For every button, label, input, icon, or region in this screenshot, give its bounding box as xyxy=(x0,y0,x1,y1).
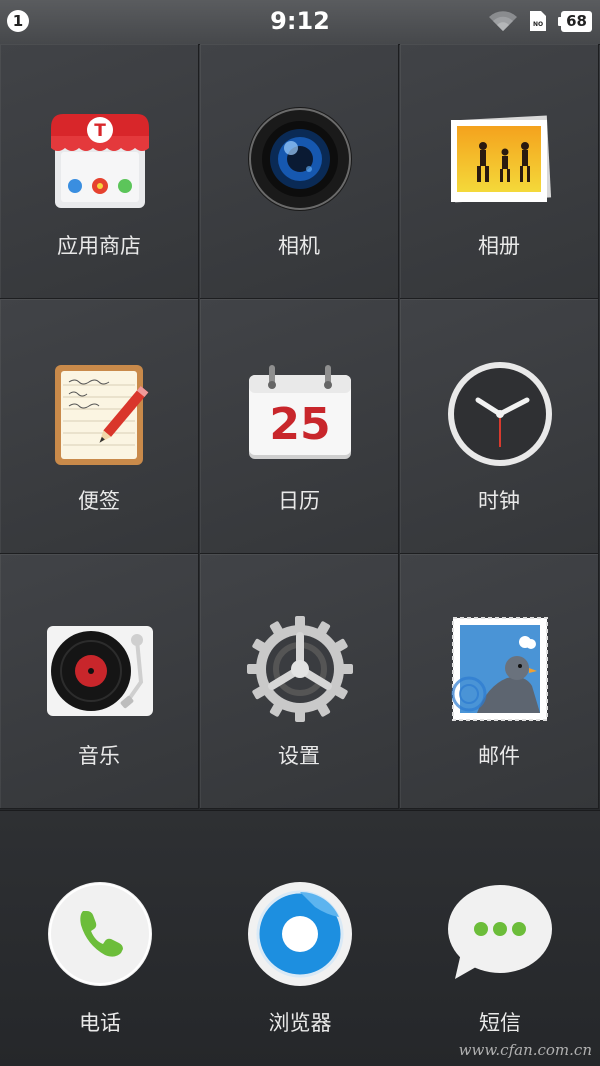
app-tile-camera[interactable]: 相机 xyxy=(200,44,399,299)
app-tile-music[interactable]: 音乐 xyxy=(0,554,199,809)
app-label: 设置 xyxy=(278,744,320,768)
store-badge-letter: T xyxy=(94,121,106,141)
app-tile-calendar[interactable]: 25 日历 xyxy=(200,299,399,554)
battery-icon: 68 xyxy=(558,11,592,32)
app-label: 时钟 xyxy=(478,489,520,513)
app-label: 应用商店 xyxy=(57,234,141,258)
app-tile-clock[interactable]: 时钟 xyxy=(400,299,599,554)
app-tile-notes[interactable]: 便签 xyxy=(0,299,199,554)
app-label: 相册 xyxy=(478,234,520,258)
dock-item-phone[interactable]: 电话 xyxy=(0,881,200,1051)
app-label: 相机 xyxy=(278,234,320,258)
app-store-icon: T xyxy=(47,106,153,212)
app-tile-mail[interactable]: 邮件 xyxy=(400,554,599,809)
home-screen: 1 9:12 NO 68 T 应用商店 相机 相册 便签 25 日历 时钟 音乐… xyxy=(0,0,600,1066)
app-label: 音乐 xyxy=(78,744,120,768)
dock-item-messages[interactable]: 短信 xyxy=(400,881,600,1051)
app-tile-settings[interactable]: 设置 xyxy=(200,554,399,809)
app-tile-app-store[interactable]: T 应用商店 xyxy=(0,44,199,299)
calendar-day: 25 xyxy=(269,399,330,450)
camera-icon xyxy=(247,106,353,212)
app-label: 日历 xyxy=(278,489,320,513)
app-label: 邮件 xyxy=(478,744,520,768)
dock-item-browser[interactable]: 浏览器 xyxy=(200,881,400,1051)
settings-icon xyxy=(247,616,353,722)
app-grid: T 应用商店 相机 相册 便签 25 日历 时钟 音乐 设置 邮件 xyxy=(0,44,600,810)
dock: 电话 浏览器 短信 www.cfan.com.cn xyxy=(0,810,600,1066)
dock-label: 短信 xyxy=(479,1011,521,1035)
app-label: 便签 xyxy=(78,489,120,513)
wifi-icon xyxy=(489,11,517,31)
browser-icon xyxy=(247,881,353,987)
app-tile-gallery[interactable]: 相册 xyxy=(400,44,599,299)
mail-icon xyxy=(447,616,553,722)
status-bar: 1 9:12 NO 68 xyxy=(0,0,600,45)
sim-no-icon: NO xyxy=(530,11,546,31)
gallery-icon xyxy=(447,106,553,212)
battery-level: 68 xyxy=(561,11,592,32)
dock-label: 浏览器 xyxy=(268,1011,332,1035)
calendar-icon: 25 xyxy=(247,361,353,467)
phone-icon xyxy=(47,881,153,987)
clock-icon xyxy=(447,361,553,467)
music-icon xyxy=(47,616,153,722)
watermark: www.cfan.com.cn xyxy=(458,1041,592,1059)
dock-label: 电话 xyxy=(79,1011,121,1035)
messages-icon xyxy=(447,881,553,987)
svg-text:NO: NO xyxy=(533,21,543,28)
notes-icon xyxy=(47,361,153,467)
